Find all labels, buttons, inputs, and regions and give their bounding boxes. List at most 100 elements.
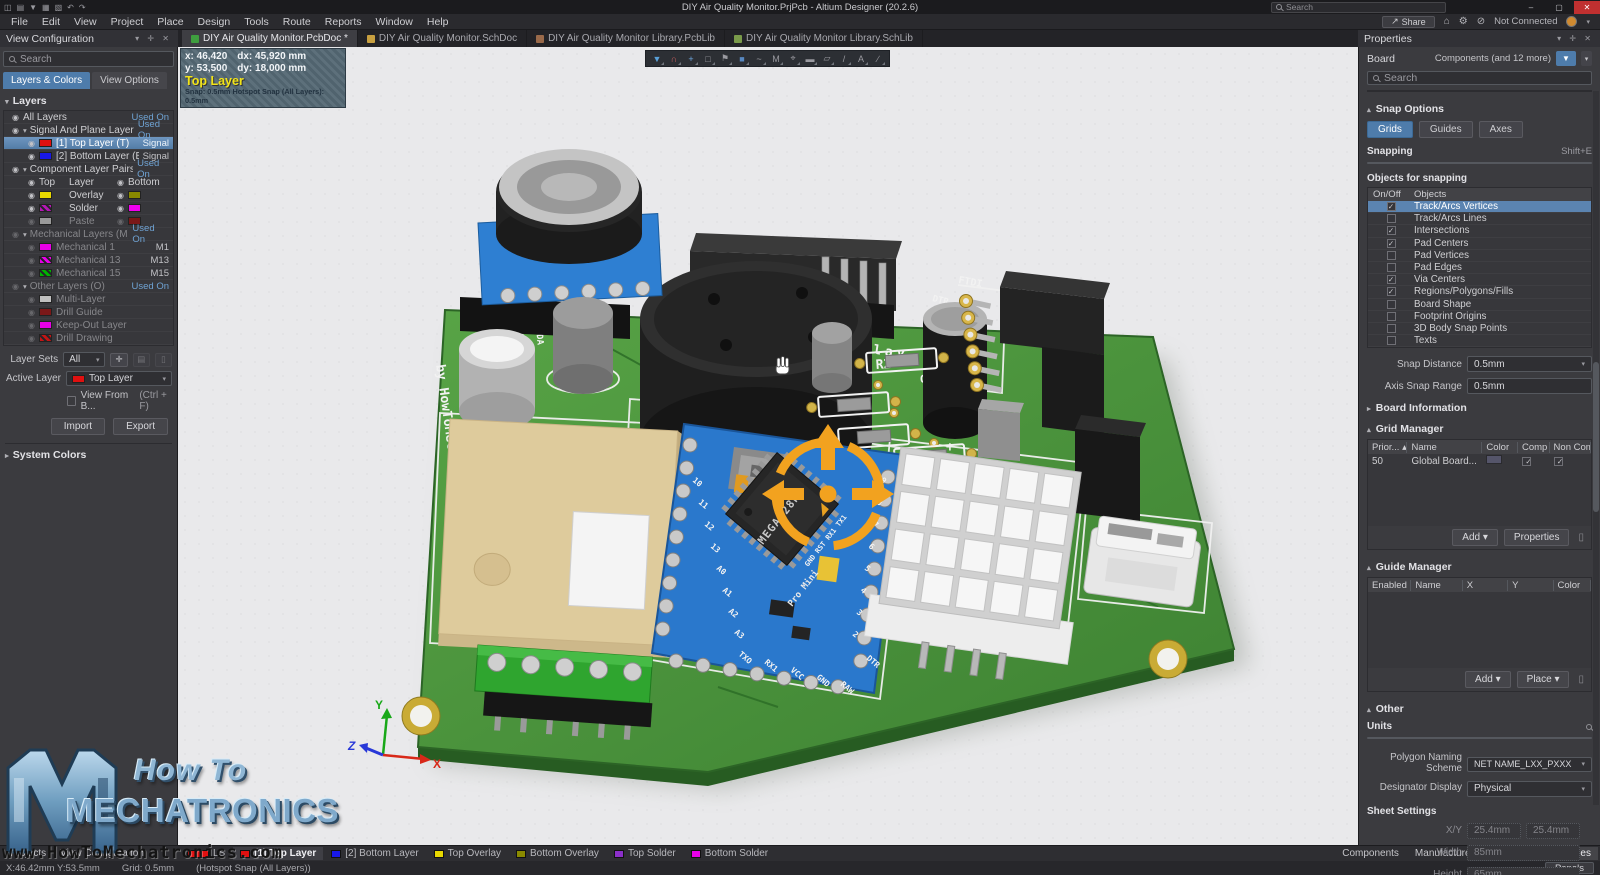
column-header[interactable]: Comp (1518, 442, 1550, 453)
layer-stack-icon[interactable]: ⚑ (717, 52, 733, 66)
grid-manager-section[interactable]: ▴Grid Manager (1367, 423, 1592, 435)
layer-tab[interactable]: Bottom Solder (684, 847, 775, 860)
checkbox[interactable]: ✓ (1387, 239, 1396, 248)
layer-tab[interactable]: Top Solder (607, 847, 683, 860)
grid-add-button[interactable]: Add ▾ (1452, 529, 1498, 546)
column-header[interactable]: Name (1411, 580, 1462, 591)
layer-row[interactable]: ◉Mechanical 15M15 (4, 267, 173, 280)
properties-search-input[interactable]: Search (1367, 71, 1592, 85)
menu-reports[interactable]: Reports (318, 16, 369, 28)
eye-icon[interactable]: ◉ (24, 217, 39, 226)
snapping-mode-all-layers[interactable]: All Layers (1368, 163, 1443, 164)
eye-icon[interactable]: ◉ (24, 269, 39, 278)
column-header[interactable]: Enabled (1368, 580, 1411, 591)
export-button[interactable]: Export (113, 418, 168, 435)
non-comp-checkbox[interactable]: ✓ (1554, 457, 1563, 466)
pin-icon[interactable]: ⌖ (785, 52, 801, 66)
document-tab[interactable]: DIY Air Quality Monitor.SchDoc (358, 30, 527, 47)
delete-layer-set-button[interactable]: ▯ (155, 353, 172, 367)
layer-row[interactable]: ◉Mechanical 13M13 (4, 254, 173, 267)
checkbox[interactable] (1387, 263, 1396, 272)
eye-icon[interactable]: ◉ (24, 152, 39, 161)
layer-pair-row[interactable]: ◉Solder◉ (4, 202, 173, 215)
snap-object-row[interactable]: Footprint Origins (1368, 311, 1591, 323)
menu-place[interactable]: Place (150, 16, 190, 28)
panel-tab-projects[interactable]: Projects (4, 847, 52, 860)
filter-chip-pads[interactable]: Pads (1404, 90, 1436, 92)
trash-icon[interactable]: ▯ (1575, 532, 1587, 543)
scrollbar[interactable] (1593, 91, 1599, 805)
sheet-height-input[interactable]: 65mm (1467, 867, 1580, 875)
eye-icon[interactable]: ◉ (8, 165, 23, 174)
layer-color-swatch[interactable] (39, 217, 52, 225)
checkbox[interactable]: ✓ (1387, 287, 1396, 296)
quick-icon[interactable]: ◫ (4, 3, 12, 12)
pcb-component-battery[interactable] (496, 149, 642, 264)
grid-properties-button[interactable]: Properties (1504, 529, 1570, 546)
eye-icon[interactable]: ◉ (24, 191, 39, 200)
eye-icon[interactable]: ◉ (113, 178, 128, 187)
route-icon[interactable]: ~ (751, 52, 767, 66)
eye-icon[interactable]: ◉ (24, 321, 39, 330)
magnet-icon[interactable]: ∩ (666, 52, 682, 66)
menu-help[interactable]: Help (420, 16, 456, 28)
checkbox[interactable] (1387, 312, 1396, 321)
pcb-component-connector-black-1[interactable] (1000, 271, 1110, 355)
grid-color-swatch[interactable] (1486, 455, 1502, 464)
system-colors-section-header[interactable]: ▸System Colors (5, 443, 172, 461)
tab-view-options[interactable]: View Options (92, 72, 167, 89)
layer-row[interactable]: ◉▾Mechanical Layers (M)Used On (4, 228, 173, 241)
eye-icon[interactable]: ◉ (24, 334, 39, 343)
checkbox[interactable] (1387, 324, 1396, 333)
layer-color-swatch[interactable] (39, 308, 52, 316)
menu-route[interactable]: Route (276, 16, 318, 28)
move-icon[interactable]: + (683, 52, 699, 66)
layer-color-swatch[interactable] (128, 191, 141, 199)
text-icon[interactable]: A (853, 52, 869, 66)
checkbox[interactable] (1387, 336, 1396, 345)
snap-button-axes[interactable]: Axes (1479, 121, 1523, 138)
layer-tab[interactable]: LS (180, 847, 232, 860)
import-button[interactable]: Import (51, 418, 105, 435)
slash-icon[interactable]: / (836, 52, 852, 66)
document-tab[interactable]: DIY Air Quality Monitor.PcbDoc * (182, 30, 358, 47)
chevron-down-icon[interactable]: ▾ (23, 126, 27, 135)
pcb-component-smd-box[interactable] (978, 399, 1024, 461)
eye-icon[interactable]: ◉ (8, 126, 23, 135)
eye-icon[interactable]: ◉ (24, 139, 39, 148)
panel-tab-view-configuration[interactable]: View Configuration (54, 847, 150, 860)
eye-icon[interactable]: ◉ (24, 178, 39, 187)
layer-sets-select[interactable]: All▾ (63, 352, 105, 367)
guide-place-button[interactable]: Place ▾ (1517, 671, 1570, 688)
layer-row[interactable]: ◉Mechanical 1M1 (4, 241, 173, 254)
minimize-button[interactable]: – (1518, 1, 1544, 14)
add-layer-set-button[interactable]: ✛ (110, 353, 127, 367)
quick-access-toolbar[interactable]: ◫▤▼▦▧↶↷ (0, 3, 86, 12)
snap-object-row[interactable]: Board Shape (1368, 299, 1591, 311)
panel-header-icons[interactable]: ▾ ✛ ✕ (135, 34, 172, 43)
pcb-component-usb-connector[interactable] (1083, 515, 1203, 608)
pcb-component-capacitor-gray[interactable] (553, 297, 613, 394)
quick-icon[interactable]: ▦ (42, 3, 50, 12)
menu-project[interactable]: Project (104, 16, 151, 28)
3d-body-icon[interactable]: ■ (734, 52, 750, 66)
pad-icon[interactable]: ▬ (802, 52, 818, 66)
filter-chip-regions[interactable]: Regions (1470, 90, 1515, 92)
chevron-down-icon[interactable]: ▾ (1586, 18, 1590, 26)
eye-icon[interactable]: ◉ (24, 308, 39, 317)
layer-row[interactable]: ◉▾Signal And Plane Layers (S)Used On (4, 124, 173, 137)
layers-section-header[interactable]: ▾Layers (5, 95, 172, 107)
maximize-button[interactable]: ▢ (1546, 1, 1572, 14)
column-header[interactable]: Prior... ▴ (1368, 442, 1407, 453)
document-tab[interactable]: DIY Air Quality Monitor Library.PcbLib (527, 30, 725, 47)
snap-object-row[interactable]: ✓Pad Centers (1368, 238, 1591, 250)
column-header[interactable]: Non Comp (1550, 442, 1591, 453)
save-layer-set-button[interactable]: ▤ (133, 353, 150, 367)
pcb-component-capacitor-small[interactable] (812, 322, 852, 393)
pcb-3d-viewport[interactable]: RTCGNDVCCSDA32KVCCDisplayFTDIDTRGNDR2C2R… (178, 47, 1358, 845)
eye-icon[interactable]: ◉ (8, 282, 23, 291)
designator-display-select[interactable]: Physical▾ (1467, 781, 1592, 797)
trash-icon[interactable]: ▯ (1575, 674, 1587, 685)
snapping-mode-off[interactable]: Off (1517, 163, 1591, 164)
eye-icon[interactable]: ◉ (24, 204, 39, 213)
